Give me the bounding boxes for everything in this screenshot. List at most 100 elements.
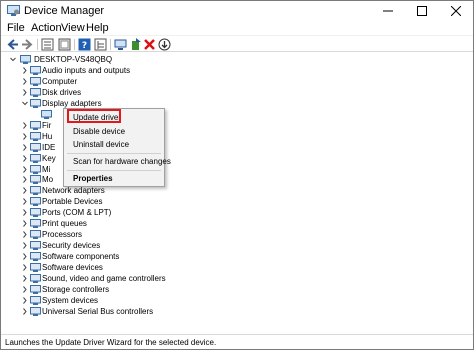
tree-category-row[interactable]: Portable Devices [1, 196, 241, 207]
tree-root[interactable]: DESKTOP-VS48QBQ [1, 54, 201, 65]
minimize-icon [383, 10, 393, 12]
tree-category-row[interactable]: System devices [1, 295, 241, 306]
download-icon[interactable] [158, 38, 171, 51]
chevron-right-icon[interactable] [21, 295, 29, 306]
chevron-right-icon[interactable] [21, 306, 29, 317]
chevron-right-icon[interactable] [21, 174, 29, 185]
storage-icon [30, 284, 41, 294]
chevron-right-icon[interactable] [21, 196, 29, 207]
computer-icon [20, 55, 31, 64]
tree-category-row[interactable]: Storage controllers [1, 284, 241, 295]
tree-category-label: Hu [42, 131, 53, 141]
software-device-icon [30, 263, 41, 273]
chevron-right-icon[interactable] [21, 131, 29, 142]
chevron-right-icon[interactable] [21, 164, 29, 175]
maximize-button[interactable] [405, 1, 439, 21]
menu-help[interactable]: Help [86, 22, 109, 34]
tree-category-label: Mo [42, 175, 54, 185]
tree-category-label: Sound, video and game controllers [42, 274, 166, 283]
sound-icon [30, 274, 41, 283]
tree-category-label: Mi [42, 164, 51, 174]
tree-category-row[interactable]: Software components [1, 251, 241, 262]
toolbar: ? [1, 35, 473, 52]
context-item-scan-hardware[interactable]: Scan for hardware changes [73, 157, 171, 167]
tree-category-row[interactable]: Software devices [1, 262, 241, 273]
chevron-right-icon[interactable] [21, 142, 29, 153]
chevron-right-icon[interactable] [21, 218, 29, 229]
chevron-right-icon[interactable] [21, 65, 29, 76]
chevron-right-icon[interactable] [21, 262, 29, 273]
device-icon [30, 131, 41, 141]
printer-icon [30, 219, 41, 229]
device-tree: DESKTOP-VS48QBQ Audio inputs and outputs C… [1, 53, 473, 331]
tree-category-label: Storage controllers [42, 284, 110, 294]
menu-file[interactable]: File [7, 22, 25, 34]
chevron-right-icon[interactable] [21, 273, 29, 284]
help-icon[interactable]: ? [78, 38, 91, 51]
tree-category-row[interactable]: Disk drives [1, 87, 241, 98]
device-icon [30, 153, 41, 163]
tree-category-label: Software devices [42, 263, 103, 273]
display-adapter-icon [30, 98, 41, 108]
chevron-right-icon[interactable] [21, 87, 29, 98]
status-text: Launches the Update Driver Wizard for th… [5, 338, 217, 347]
context-item-uninstall-device[interactable]: Uninstall device [73, 140, 129, 150]
tree-category-row[interactable]: Sound, video and game controllers [1, 273, 241, 284]
menu-bar: File Action View Help [1, 21, 473, 35]
security-icon [30, 241, 41, 251]
close-icon [451, 6, 461, 16]
chevron-right-icon[interactable] [21, 120, 29, 131]
speaker-icon [30, 65, 41, 75]
device-manager-window: Device Manager File Action View Help ? D [0, 0, 474, 350]
chevron-right-icon[interactable] [21, 251, 29, 262]
chevron-right-icon[interactable] [21, 76, 29, 87]
context-item-properties[interactable]: Properties [73, 174, 113, 184]
close-button[interactable] [439, 1, 473, 21]
system-device-icon [30, 295, 41, 305]
update-driver-icon[interactable] [130, 38, 143, 51]
chevron-right-icon[interactable] [21, 153, 29, 164]
tree-category-row[interactable]: Network adapters [1, 185, 241, 196]
tree-category-row[interactable]: Processors [1, 229, 241, 240]
chevron-right-icon[interactable] [21, 284, 29, 295]
tree-category-row[interactable]: Ports (COM & LPT) [1, 207, 241, 218]
context-separator [67, 170, 161, 171]
menu-action[interactable]: Action [31, 22, 62, 34]
device-icon [30, 142, 41, 152]
tree-category-row[interactable]: Security devices [1, 240, 241, 251]
tree-category-label: Universal Serial Bus controllers [42, 306, 154, 316]
chevron-right-icon[interactable] [21, 240, 29, 251]
back-arrow-icon[interactable] [6, 38, 19, 51]
device-icon [30, 120, 41, 130]
chevron-down-icon[interactable] [9, 54, 17, 65]
monitor-icon[interactable] [114, 38, 127, 51]
chevron-down-icon[interactable] [21, 98, 29, 109]
tree-category-label: Key [42, 153, 56, 163]
chevron-right-icon[interactable] [21, 229, 29, 240]
minimize-button[interactable] [371, 1, 405, 21]
usb-icon [30, 306, 41, 316]
device-view-icon[interactable] [94, 38, 107, 51]
properties-pane-icon[interactable] [41, 38, 54, 51]
tree-category-label: Software components [42, 252, 120, 262]
tree-category-label: IDE [42, 142, 56, 152]
show-hidden-icon[interactable] [58, 38, 71, 51]
context-item-disable-device[interactable]: Disable device [73, 127, 125, 137]
tree-category-row[interactable]: Universal Serial Bus controllers [1, 306, 241, 317]
tree-category-label: Processors [42, 230, 83, 240]
tree-category-row[interactable]: Computer [1, 76, 241, 87]
tree-category-label: Ports (COM & LPT) [42, 208, 112, 218]
chevron-right-icon[interactable] [21, 185, 29, 196]
portable-device-icon [30, 197, 41, 207]
chevron-right-icon[interactable] [21, 207, 29, 218]
processor-icon [30, 230, 41, 240]
tree-category-label: Network adapters [42, 186, 105, 196]
tree-category-label: Security devices [42, 241, 101, 251]
forward-arrow-icon[interactable] [21, 38, 34, 51]
tree-category-row[interactable]: Print queues [1, 218, 241, 229]
tree-category-row[interactable]: Audio inputs and outputs [1, 65, 241, 76]
maximize-icon [417, 6, 427, 16]
uninstall-x-icon[interactable] [143, 38, 156, 51]
menu-view[interactable]: View [61, 22, 85, 34]
tree-category-label: Computer [42, 76, 78, 86]
